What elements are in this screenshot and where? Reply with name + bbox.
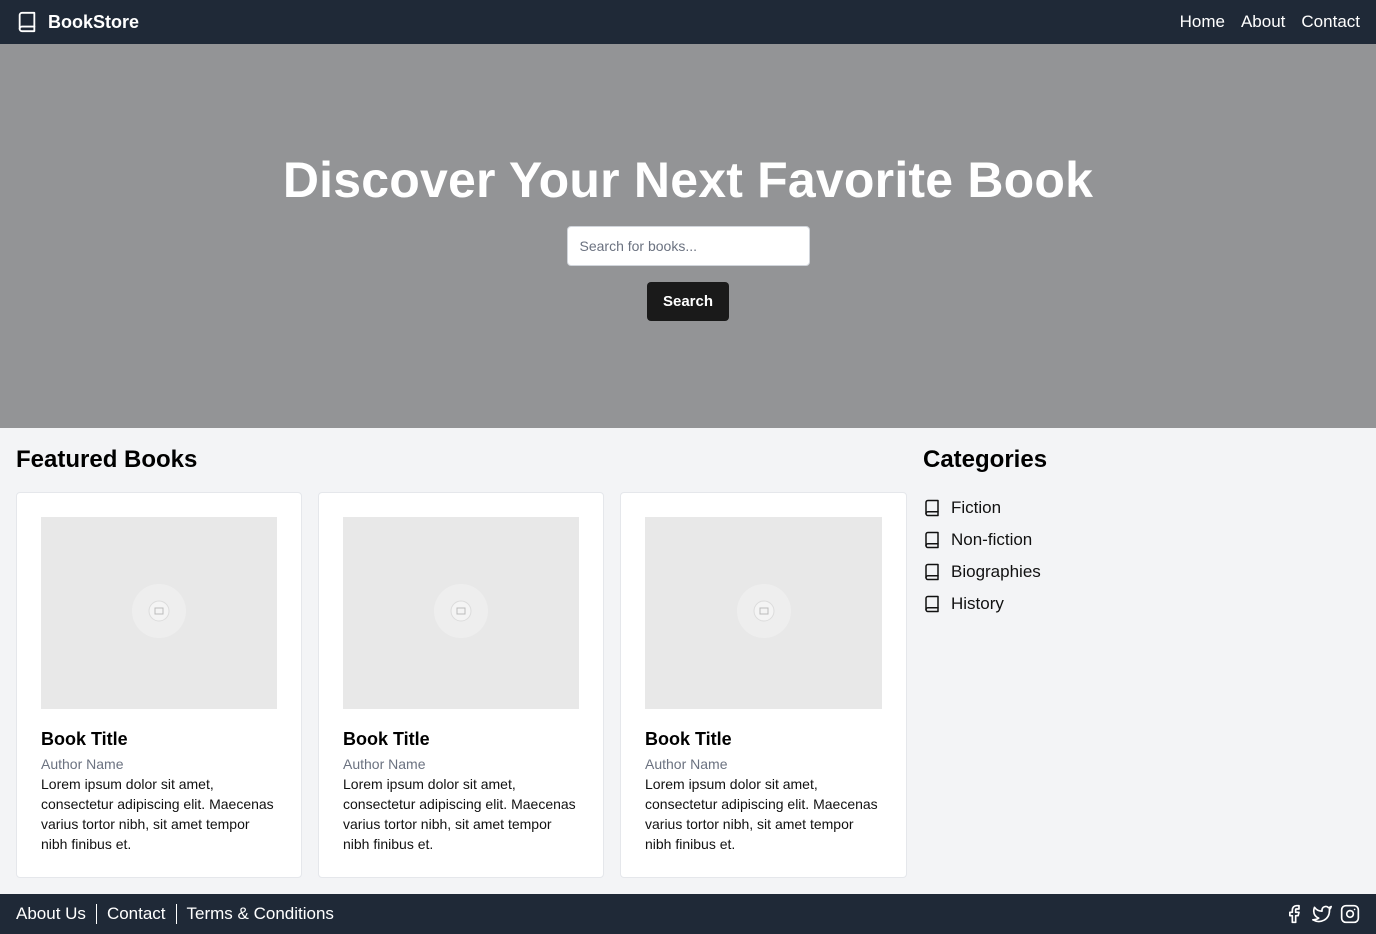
book-title: Book Title <box>343 729 430 749</box>
category-item-non-fiction[interactable]: Non-fiction <box>923 524 1041 556</box>
book-author: Author Name <box>343 756 426 772</box>
search-input[interactable] <box>566 226 810 266</box>
book-author: Author Name <box>41 756 124 772</box>
instagram-icon[interactable] <box>1340 904 1360 924</box>
category-label: Non-fiction <box>951 530 1033 549</box>
main-nav: Home About Contact <box>1180 12 1360 32</box>
footer-link-terms[interactable]: Terms & Conditions <box>187 904 334 924</box>
footer-link-contact[interactable]: Contact <box>107 904 166 924</box>
brand[interactable]: BookStore <box>16 11 139 33</box>
image-placeholder-icon <box>734 581 794 646</box>
twitter-icon[interactable] <box>1312 904 1332 924</box>
book-cover-placeholder <box>343 517 579 709</box>
book-icon <box>923 530 941 550</box>
image-placeholder-icon <box>129 581 189 646</box>
nav-about[interactable]: About <box>1241 12 1285 32</box>
book-cover-placeholder <box>41 517 277 709</box>
footer-link-about-us[interactable]: About Us <box>16 904 86 924</box>
footer-divider <box>175 904 177 924</box>
category-label: History <box>951 594 1004 613</box>
category-label: Biographies <box>951 562 1041 581</box>
book-title: Book Title <box>41 729 128 749</box>
book-card[interactable]: Book Title Author Name Lorem ipsum dolor… <box>318 492 604 878</box>
top-navbar: BookStore Home About Contact <box>0 0 1376 44</box>
category-item-biographies[interactable]: Biographies <box>923 556 1041 588</box>
hero-section: Discover Your Next Favorite Book Search <box>0 44 1376 428</box>
facebook-icon[interactable] <box>1284 904 1304 924</box>
image-placeholder-icon <box>431 581 491 646</box>
book-icon <box>923 498 941 518</box>
book-card[interactable]: Book Title Author Name Lorem ipsum dolor… <box>620 492 907 878</box>
footer-links: About Us Contact Terms & Conditions <box>16 904 334 924</box>
book-description: Lorem ipsum dolor sit amet, consectetur … <box>41 776 274 852</box>
book-title: Book Title <box>645 729 732 749</box>
social-links <box>1284 904 1360 924</box>
search-button[interactable]: Search <box>646 282 730 321</box>
brand-name: BookStore <box>48 11 140 32</box>
book-icon <box>923 594 941 614</box>
book-cover-placeholder <box>645 517 882 709</box>
book-author: Author Name <box>645 756 728 772</box>
category-label: Fiction <box>951 498 1002 517</box>
categories-title: Categories <box>923 446 1048 473</box>
category-item-fiction[interactable]: Fiction <box>923 492 1041 524</box>
footer: About Us Contact Terms & Conditions <box>0 894 1376 934</box>
categories-list: Fiction Non-fiction Biographies History <box>923 492 1041 620</box>
featured-books-list: Book Title Author Name Lorem ipsum dolor… <box>16 492 907 878</box>
book-icon <box>923 562 941 582</box>
footer-divider <box>95 904 97 924</box>
book-icon <box>16 11 38 33</box>
featured-books-title: Featured Books <box>16 446 198 473</box>
nav-home[interactable]: Home <box>1180 12 1225 32</box>
hero-title: Discover Your Next Favorite Book <box>282 152 1094 208</box>
category-item-history[interactable]: History <box>923 588 1041 620</box>
book-card[interactable]: Book Title Author Name Lorem ipsum dolor… <box>16 492 302 878</box>
book-description: Lorem ipsum dolor sit amet, consectetur … <box>645 776 878 852</box>
book-description: Lorem ipsum dolor sit amet, consectetur … <box>343 776 576 852</box>
nav-contact[interactable]: Contact <box>1301 12 1360 32</box>
